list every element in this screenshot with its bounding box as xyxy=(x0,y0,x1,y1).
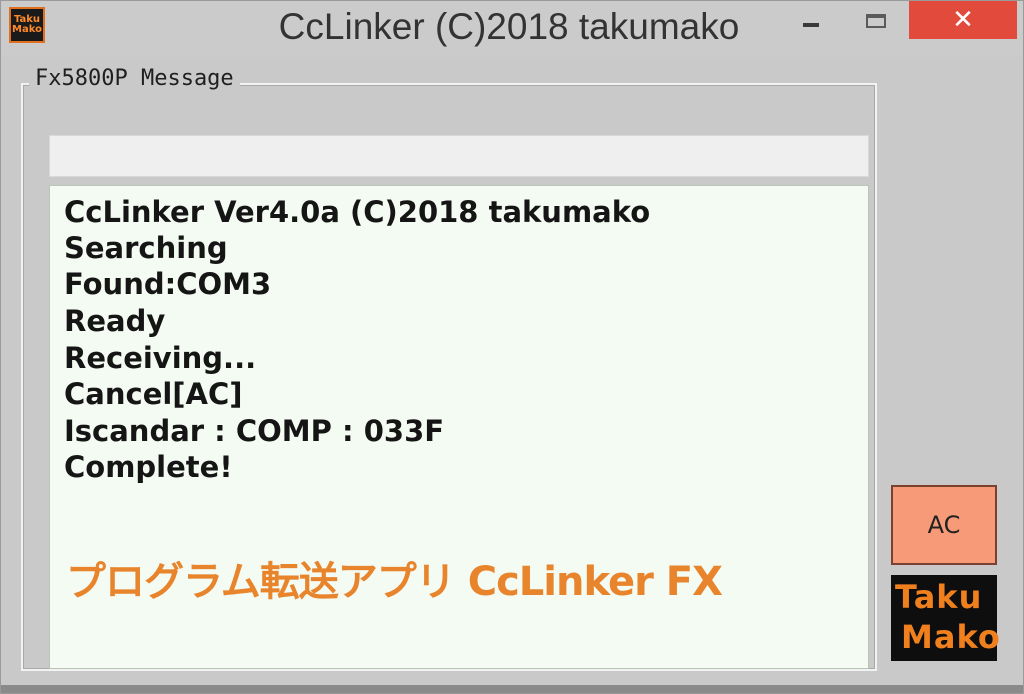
log-line-cancel: Cancel[AC] xyxy=(64,377,243,411)
log-line-receiving: Receiving... xyxy=(64,341,257,375)
title-bar[interactable]: Taku Mako CcLinker (C)2018 takumako ✕ xyxy=(1,1,1023,57)
minimize-button[interactable] xyxy=(781,1,841,41)
log-line-complete: Complete! xyxy=(64,450,233,484)
window-bottom-border xyxy=(1,685,1023,693)
logo-text-line-2: Mako xyxy=(901,618,1001,656)
log-line-iscandar: Iscandar : COMP : 033F xyxy=(64,414,445,448)
client-area: CcLinker Ver4.0a (C)2018 takumako Search… xyxy=(9,57,1017,687)
maximize-icon xyxy=(866,14,886,28)
log-line-found: Found:COM3 xyxy=(64,267,272,301)
app-caption: プログラム転送アプリ CcLinker FX xyxy=(66,559,723,605)
minimize-icon xyxy=(803,23,819,27)
message-groupbox: CcLinker Ver4.0a (C)2018 takumako Search… xyxy=(21,83,877,671)
status-field xyxy=(49,135,869,177)
maximize-button[interactable] xyxy=(847,1,905,41)
app-window: Taku Mako CcLinker (C)2018 takumako ✕ Cc… xyxy=(0,0,1024,694)
message-log[interactable]: CcLinker Ver4.0a (C)2018 takumako Search… xyxy=(49,185,869,669)
log-line-searching: Searching xyxy=(64,231,228,265)
groupbox-label: Fx5800P Message xyxy=(29,65,240,93)
logo-text-line-1: Taku xyxy=(895,578,983,616)
close-icon: ✕ xyxy=(952,5,974,35)
log-line-ready: Ready xyxy=(64,304,166,338)
takumako-logo: Taku Mako xyxy=(891,575,1001,661)
ac-button[interactable]: AC xyxy=(891,485,997,565)
close-button[interactable]: ✕ xyxy=(909,1,1017,39)
log-line-version: CcLinker Ver4.0a (C)2018 takumako xyxy=(64,195,651,229)
